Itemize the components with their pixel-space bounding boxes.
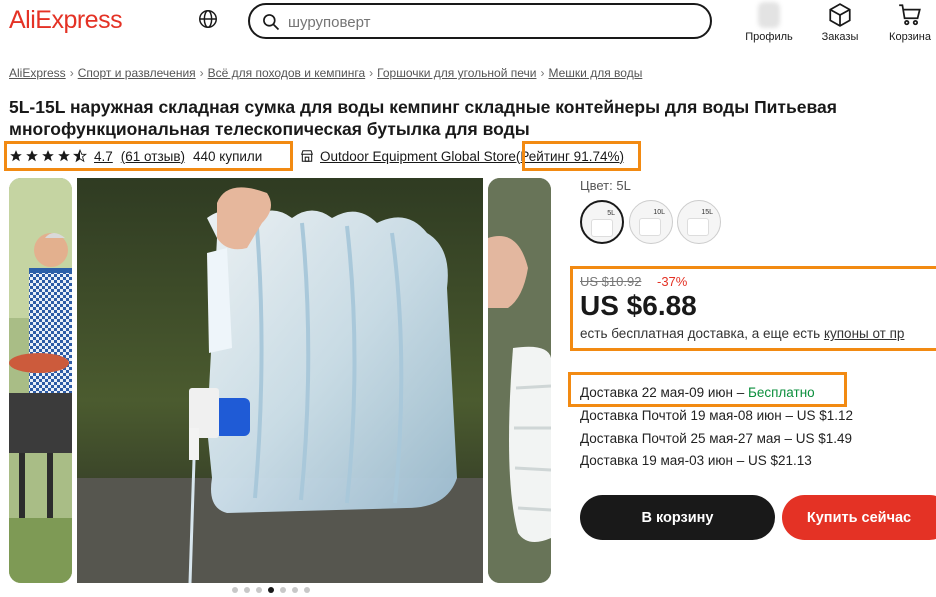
product-title: 5L-15L наружная складная сумка для воды …	[9, 97, 837, 139]
breadcrumb-item[interactable]: Всё для походов и кемпинга	[208, 66, 366, 80]
gallery-thumb-next[interactable]	[488, 178, 551, 583]
breadcrumb-item[interactable]: Горшочки для угольной печи	[377, 66, 536, 80]
pagination-dot[interactable]	[304, 587, 310, 593]
gallery-thumb-prev[interactable]	[9, 178, 72, 583]
orders-label: Заказы	[821, 31, 859, 43]
cart-icon	[899, 4, 921, 26]
shipping-option[interactable]: Доставка Почтой 25 мая-27 мая – US $1.49	[580, 431, 852, 446]
collapsed-container-image	[488, 178, 551, 583]
swatch-tag: 15L	[701, 209, 713, 216]
cart-nav[interactable]: Корзина	[884, 0, 936, 43]
add-to-cart-button[interactable]: В корзину	[580, 495, 775, 540]
water-container-image	[77, 178, 483, 583]
swatch-5l[interactable]: 5L	[580, 200, 624, 244]
breadcrumb-item[interactable]: AliExpress	[9, 66, 66, 80]
profile-label: Профиль	[745, 31, 793, 43]
store-icon	[301, 150, 313, 162]
box-icon	[829, 3, 851, 27]
breadcrumb: AliExpress › Спорт и развлечения › Всё для п…	[9, 66, 643, 80]
shipping-option[interactable]: Доставка 19 мая-03 июн – US $21.13	[580, 453, 812, 468]
search-icon[interactable]	[261, 12, 281, 32]
swatch-tag: 5L	[607, 210, 615, 217]
breadcrumb-item[interactable]: Спорт и развлечения	[78, 66, 196, 80]
store-rating-highlight-box	[522, 141, 641, 171]
search-bar[interactable]	[248, 3, 712, 39]
swatch-15l[interactable]: 15L	[677, 200, 721, 244]
orders-nav[interactable]: Заказы	[815, 0, 865, 43]
cart-label: Корзина	[889, 31, 931, 43]
breadcrumb-item[interactable]: Мешки для воды	[548, 66, 642, 80]
pagination-dot[interactable]	[244, 587, 250, 593]
aliexpress-logo[interactable]: AliExpress	[9, 6, 123, 35]
delivery-highlight-box	[568, 372, 847, 407]
swatch-10l[interactable]: 10L	[629, 200, 673, 244]
variant-label: Цвет: 5L	[580, 178, 631, 193]
profile-nav[interactable]: Профиль	[744, 0, 794, 43]
globe-icon[interactable]	[197, 8, 219, 30]
header: AliExpress Профиль Заказы Корзина	[0, 0, 936, 56]
man-grill-image	[9, 178, 72, 583]
pagination-dot-active[interactable]	[268, 587, 274, 593]
rating-highlight-box	[4, 141, 293, 171]
price-highlight-box	[570, 266, 936, 351]
search-input[interactable]	[288, 11, 688, 33]
shipping-option[interactable]: Доставка Почтой 19 мая-08 июн – US $1.12	[580, 408, 853, 423]
avatar	[758, 2, 780, 28]
gallery-main-image[interactable]	[77, 178, 483, 583]
pagination-dot[interactable]	[232, 587, 238, 593]
product-gallery[interactable]	[9, 178, 551, 583]
swatch-tag: 10L	[653, 209, 665, 216]
buy-now-button[interactable]: Купить сейчас	[782, 495, 936, 540]
pagination-dot[interactable]	[292, 587, 298, 593]
gallery-pagination	[232, 587, 310, 593]
pagination-dot[interactable]	[256, 587, 262, 593]
pagination-dot[interactable]	[280, 587, 286, 593]
store-link[interactable]: Outdoor Equipment Global Store	[320, 149, 516, 164]
